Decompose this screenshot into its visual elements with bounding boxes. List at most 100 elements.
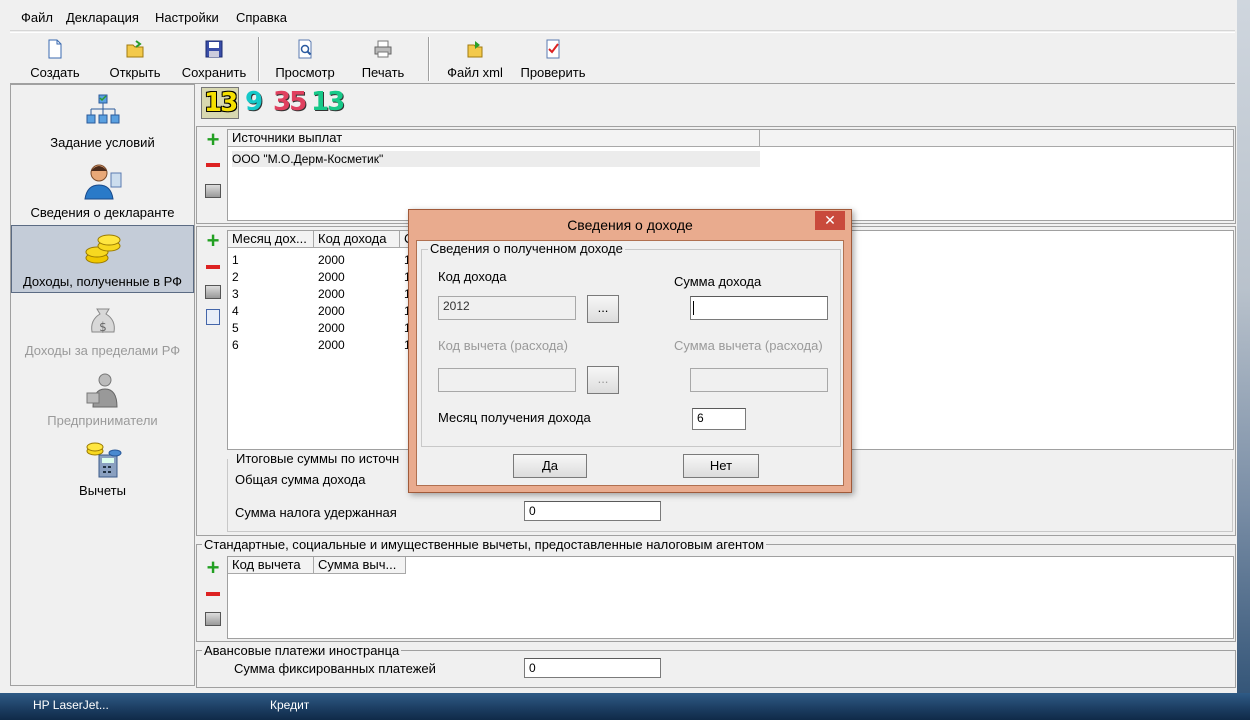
table-cell[interactable]: 2000 xyxy=(318,320,345,336)
desktop-background-strip xyxy=(1237,0,1250,720)
copy-income-icon[interactable] xyxy=(203,307,223,327)
column-header-deduction-amount[interactable]: Сумма выч... xyxy=(314,557,406,574)
edit-source-icon[interactable] xyxy=(203,181,223,201)
income-code-field[interactable]: 2012 xyxy=(438,296,576,320)
menu-declaration[interactable]: Декларация xyxy=(66,10,139,25)
income-code-label: Код дохода xyxy=(438,269,507,284)
no-button[interactable]: Нет xyxy=(683,454,759,478)
table-cell[interactable]: 2 xyxy=(232,269,239,285)
column-header-income-code[interactable]: Код дохода xyxy=(314,231,400,248)
table-cell[interactable]: 3 xyxy=(232,286,239,302)
printer-icon xyxy=(374,40,392,58)
export-xml-icon xyxy=(467,41,483,58)
yes-button[interactable]: Да xyxy=(513,454,587,478)
menu-file[interactable]: Файл xyxy=(21,10,53,25)
menu-settings[interactable]: Настройки xyxy=(155,10,219,25)
edit-income-icon[interactable] xyxy=(203,282,223,302)
floppy-disk-icon xyxy=(205,40,223,58)
sidebar-item-conditions[interactable]: Задание условий xyxy=(11,87,194,155)
sources-grid: Источники выплат ООО "М.О.Дерм-Косметик" xyxy=(227,129,1234,221)
income-amount-label: Сумма дохода xyxy=(674,274,762,289)
taskbar-item-credit[interactable]: Кредит xyxy=(270,698,309,712)
table-cell[interactable]: 1 xyxy=(232,252,239,268)
hierarchy-icon xyxy=(86,94,119,124)
fixed-payments-label: Сумма фиксированных платежей xyxy=(234,661,436,676)
check-button[interactable]: Проверить xyxy=(518,37,588,81)
check-label: Проверить xyxy=(520,65,586,80)
table-cell[interactable]: 5 xyxy=(232,320,239,336)
counter-13-selected[interactable]: 13 xyxy=(201,87,240,119)
table-cell[interactable]: 2000 xyxy=(318,269,345,285)
table-cell[interactable]: 6 xyxy=(232,337,239,353)
preview-button[interactable]: Просмотр xyxy=(268,37,342,81)
add-income-plus-icon[interactable]: + xyxy=(203,230,223,252)
checklist-icon xyxy=(546,39,560,59)
column-header-sources[interactable]: Источники выплат xyxy=(228,130,760,147)
deductions-grid: Код вычета Сумма выч... xyxy=(227,556,1234,639)
received-income-group: Сведения о полученном доходе Код дохода … xyxy=(421,241,841,447)
fixed-payments-field[interactable]: 0 xyxy=(524,658,661,678)
create-button[interactable]: Создать xyxy=(20,37,90,81)
table-cell[interactable]: 2000 xyxy=(318,337,345,353)
table-cell[interactable]: 4 xyxy=(232,303,239,319)
new-document-icon xyxy=(48,39,62,59)
income-amount-field[interactable] xyxy=(690,296,828,320)
preview-icon xyxy=(298,39,312,59)
deduction-amount-field xyxy=(690,368,828,392)
add-deduction-plus-icon[interactable]: + xyxy=(203,557,223,579)
menu-bar: Файл Декларация Настройки Справка xyxy=(10,6,1235,31)
counter-13[interactable]: 13 xyxy=(311,87,345,117)
menu-help[interactable]: Справка xyxy=(236,10,287,25)
toolbar-separator xyxy=(258,37,260,81)
edit-deduction-icon[interactable] xyxy=(203,609,223,629)
column-header-month[interactable]: Месяц дох... xyxy=(228,231,314,248)
sidebar-item-income-rf[interactable]: Доходы, полученные в РФ xyxy=(11,225,194,293)
sidebar-item-income-abroad[interactable]: $ Доходы за пределами РФ xyxy=(11,295,194,363)
deduction-code-label: Код вычета (расхода) xyxy=(438,338,568,353)
month-label: Месяц получения дохода xyxy=(438,410,591,425)
dialog-body: Сведения о полученном доходе Код дохода … xyxy=(416,240,844,486)
toolbar-separator xyxy=(428,37,430,81)
browse-income-code-button[interactable]: ... xyxy=(587,295,619,323)
month-field[interactable]: 6 xyxy=(692,408,746,430)
table-cell[interactable]: 2000 xyxy=(318,252,345,268)
taskbar: HP LaserJet... Кредит xyxy=(0,693,1250,720)
table-cell[interactable]: 2000 xyxy=(318,303,345,319)
app-window: Файл Декларация Настройки Справка Создат… xyxy=(0,0,1238,693)
counter-35[interactable]: 35 xyxy=(273,87,307,117)
remove-income-minus-icon[interactable] xyxy=(203,257,223,277)
dialog-title: Сведения о доходе xyxy=(567,217,693,233)
sidebar-item-label: Доходы за пределами РФ xyxy=(24,343,181,358)
counter-9[interactable]: 9 xyxy=(245,87,263,117)
open-button[interactable]: Открыть xyxy=(100,37,170,81)
taskbar-item-printer[interactable]: HP LaserJet... xyxy=(33,698,109,712)
remove-source-minus-icon[interactable] xyxy=(203,155,223,175)
column-header-empty xyxy=(760,130,1233,147)
column-header-deduction-code[interactable]: Код вычета xyxy=(228,557,314,574)
sidebar-item-declarant[interactable]: Сведения о декларанте xyxy=(11,157,194,225)
browse-deduction-code-button: ... xyxy=(587,366,619,394)
xml-file-label: Файл xml xyxy=(447,65,503,80)
xml-file-button[interactable]: Файл xml xyxy=(440,37,510,81)
money-bag-icon: $ xyxy=(90,308,115,334)
totals-caption: Итоговые суммы по источн xyxy=(234,451,402,466)
tax-withheld-field[interactable]: 0 xyxy=(524,501,661,521)
coins-icon xyxy=(85,234,120,264)
save-label: Сохранить xyxy=(181,65,247,80)
add-source-plus-icon[interactable]: + xyxy=(203,129,223,151)
open-label: Открыть xyxy=(109,65,161,80)
deduction-amount-label: Сумма вычета (расхода) xyxy=(674,338,823,353)
total-income-label: Общая сумма дохода xyxy=(235,472,366,487)
preview-label: Просмотр xyxy=(275,65,335,80)
save-button[interactable]: Сохранить xyxy=(178,37,250,81)
table-row[interactable]: ООО "М.О.Дерм-Косметик" xyxy=(232,151,760,167)
sidebar-item-entrepreneurs[interactable]: Предприниматели xyxy=(11,365,194,433)
table-cell[interactable]: 2000 xyxy=(318,286,345,302)
sidebar-item-deductions[interactable]: Вычеты xyxy=(11,435,194,503)
received-income-caption: Сведения о полученном доходе xyxy=(428,241,625,256)
remove-deduction-minus-icon[interactable] xyxy=(203,584,223,604)
close-icon[interactable]: ✕ xyxy=(815,211,845,230)
deduction-code-field xyxy=(438,368,576,392)
create-label: Создать xyxy=(30,65,80,80)
print-button[interactable]: Печать xyxy=(350,37,416,81)
